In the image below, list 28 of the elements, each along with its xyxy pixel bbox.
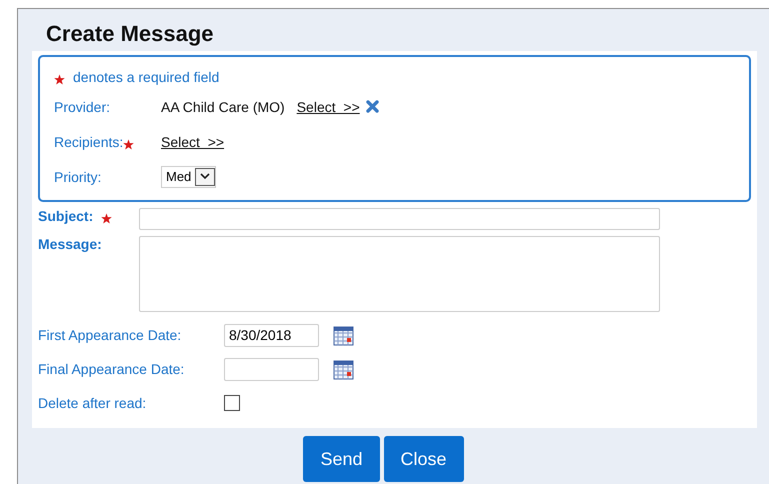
calendar-icon[interactable] [333, 358, 354, 380]
field-label: Final Appearance Date: [38, 361, 186, 377]
date-field[interactable] [224, 358, 319, 380]
required-note: denotes a required field [73, 69, 220, 85]
field-value: AA Child Care (MO) [161, 98, 285, 114]
priority-dropdown[interactable]: Med [161, 166, 216, 188]
dialog-button[interactable]: Send [303, 436, 380, 482]
field-label: Subject: [38, 208, 94, 224]
dialog-title: Create Message [45, 20, 214, 48]
field-label: Priority: [54, 168, 102, 184]
dialog-button[interactable]: Close [384, 436, 464, 482]
field-label: Delete after read: [38, 395, 148, 411]
select-link[interactable]: Select >> [296, 98, 360, 114]
field-label: Recipients: [54, 134, 124, 150]
field-label: Provider: [54, 98, 110, 114]
required-star-icon [101, 213, 112, 224]
subject-field[interactable] [139, 208, 660, 230]
date-field[interactable]: 8/30/2018 [224, 324, 319, 346]
required-star-icon [123, 138, 134, 150]
calendar-icon[interactable] [333, 324, 354, 346]
required-star-icon [54, 74, 65, 85]
remove-icon[interactable] [366, 100, 379, 113]
select-link[interactable]: Select >> [161, 134, 224, 150]
field-label: Message: [38, 236, 102, 252]
checkbox[interactable] [224, 395, 240, 411]
message-field[interactable] [139, 236, 660, 312]
field-label: First Appearance Date: [38, 327, 182, 343]
caret-icon [200, 173, 210, 180]
